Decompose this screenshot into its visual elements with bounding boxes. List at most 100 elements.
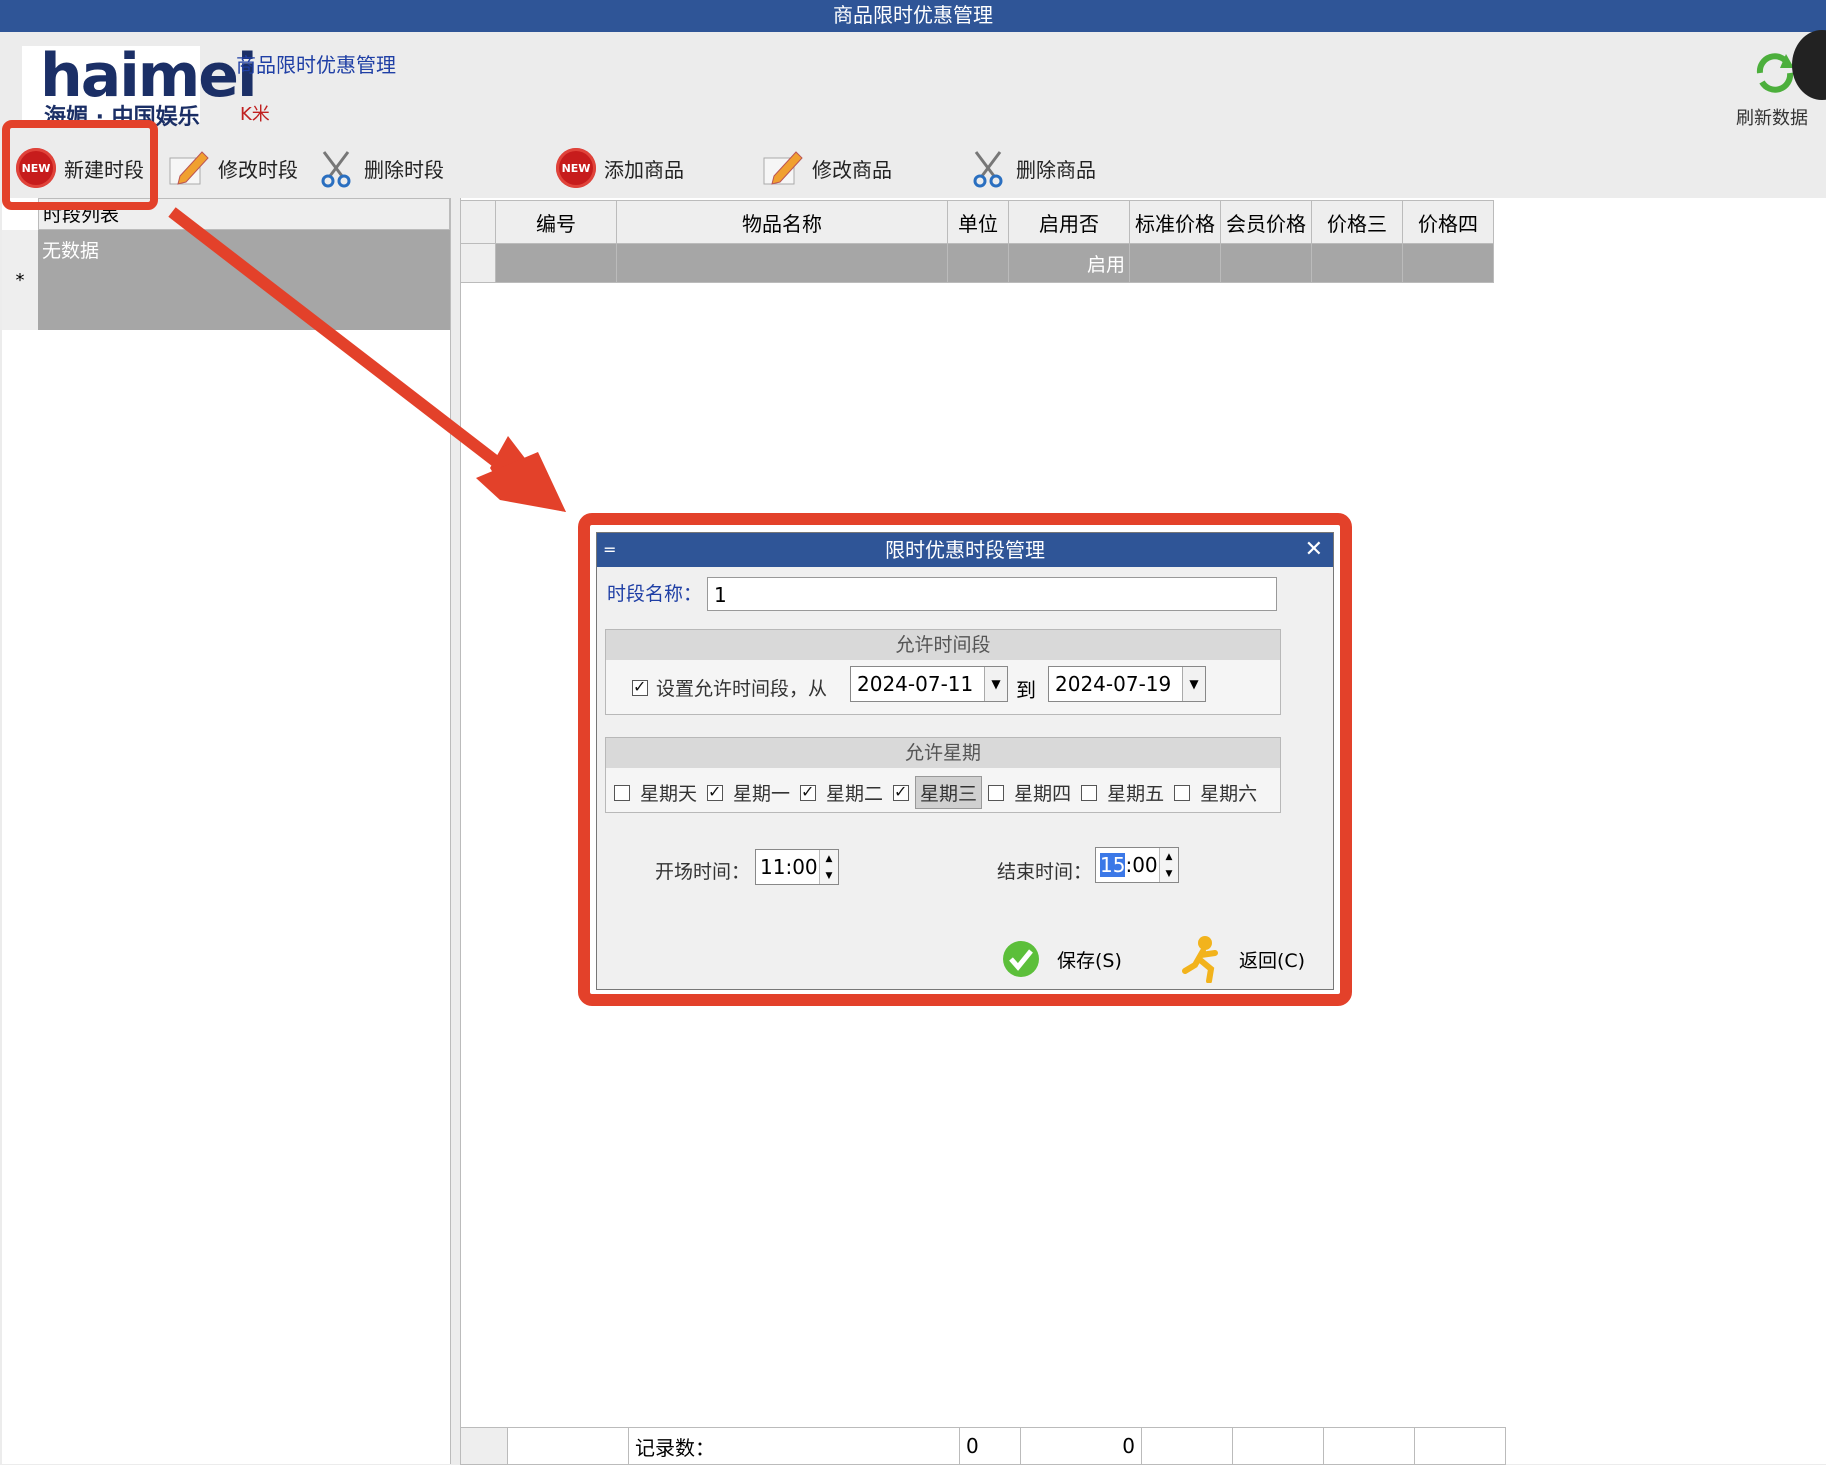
edit-product-button[interactable]: 修改商品 — [760, 146, 892, 190]
weekday-label: 星期一 — [733, 783, 791, 805]
dropdown-arrow-icon[interactable]: ▼ — [984, 667, 1007, 701]
allowed-weekdays-header: 允许星期 — [606, 738, 1280, 768]
product-grid: 编号 物品名称 单位 启用否 标准价格 会员价格 价格三 价格四 启用 — [460, 200, 1494, 283]
grid-cell[interactable] — [1402, 243, 1494, 283]
weekday-checkbox[interactable]: 星期五 — [1081, 776, 1168, 809]
grid-cell[interactable] — [1311, 243, 1403, 283]
spinner-arrows-icon[interactable]: ▲ ▼ — [1159, 848, 1178, 882]
grid-cell[interactable] — [1129, 243, 1221, 283]
row-selector[interactable] — [460, 243, 496, 283]
footer-corner — [460, 1427, 508, 1465]
date-from-picker[interactable]: 2024-07-11 ▼ — [850, 666, 1008, 702]
date-to-picker[interactable]: 2024-07-19 ▼ — [1048, 666, 1206, 702]
end-time-label: 结束时间： — [997, 861, 1093, 883]
weekday-checkbox[interactable]: 星期一 — [707, 776, 794, 809]
column-header[interactable]: 会员价格 — [1220, 200, 1312, 244]
footer-cell — [1414, 1427, 1506, 1465]
allowed-weekdays-group: 允许星期 星期天 星期一 星期二 星期三 星期四 星期五 星期六 — [605, 737, 1281, 813]
dialog-system-menu-icon[interactable]: = — [603, 533, 616, 567]
edit-period-label: 修改时段 — [218, 157, 298, 182]
delete-period-button[interactable]: 删除时段 — [316, 146, 444, 190]
back-button[interactable]: 返回(C) — [1179, 935, 1305, 983]
start-time-value: 11:00 — [760, 855, 818, 879]
close-icon[interactable]: ✕ — [1305, 533, 1323, 567]
column-header[interactable]: 启用否 — [1008, 200, 1130, 244]
add-product-button[interactable]: NEW 添加商品 — [556, 146, 684, 190]
grid-cell[interactable] — [947, 243, 1009, 283]
date-to-value: 2024-07-19 — [1055, 672, 1172, 696]
checkbox-icon — [893, 782, 910, 801]
period-dialog: 限时优惠时段管理 = ✕ 时段名称： 1 允许时间段 设置允许时间段，从 202… — [596, 532, 1334, 990]
column-header[interactable]: 标准价格 — [1129, 200, 1221, 244]
end-time-hour-selected: 15 — [1100, 853, 1126, 877]
column-header[interactable]: 物品名称 — [616, 200, 948, 244]
set-period-checkbox[interactable]: 设置允许时间段，从 — [632, 674, 827, 701]
edit-period-button[interactable]: 修改时段 — [166, 146, 298, 190]
weekday-checkbox[interactable]: 星期天 — [614, 776, 701, 809]
to-label: 到 — [1016, 678, 1036, 702]
record-count-value: 0 — [959, 1427, 1021, 1465]
check-icon — [1003, 941, 1039, 977]
grid-cell[interactable] — [616, 243, 948, 283]
dropdown-arrow-icon[interactable]: ▼ — [1182, 667, 1205, 701]
weekday-label: 星期五 — [1107, 783, 1165, 805]
new-icon: NEW — [556, 148, 596, 188]
module-title: 商品限时优惠管理 — [236, 53, 396, 77]
grid-cell[interactable] — [1220, 243, 1312, 283]
period-name-label: 时段名称： — [607, 583, 703, 605]
column-header[interactable]: 价格四 — [1402, 200, 1494, 244]
grid-cell[interactable] — [495, 243, 617, 283]
checkbox-icon — [988, 784, 1005, 801]
weekday-checkbox[interactable]: 星期六 — [1174, 776, 1261, 809]
grid-cell[interactable]: 启用 — [1008, 243, 1130, 283]
footer-cell — [507, 1427, 629, 1465]
allowed-period-group: 允许时间段 设置允许时间段，从 2024-07-11 ▼ 到 2024-07-1… — [605, 629, 1281, 715]
end-time-minutes: :00 — [1125, 853, 1158, 877]
highlight-new-period — [2, 120, 158, 210]
delete-product-button[interactable]: 删除商品 — [968, 146, 1096, 190]
summary-row: 记录数： 0 0 — [460, 1427, 1506, 1465]
end-time-spinner[interactable]: 15:00 ▲ ▼ — [1095, 847, 1179, 883]
period-list-panel — [2, 198, 451, 1464]
set-period-label: 设置允许时间段，从 — [656, 678, 828, 700]
add-product-label: 添加商品 — [604, 157, 684, 182]
grid-corner-cell — [460, 200, 496, 244]
column-header[interactable]: 价格三 — [1311, 200, 1403, 244]
end-time-value: 15:00 — [1096, 853, 1159, 877]
checkbox-icon — [1081, 784, 1098, 801]
checkbox-icon — [1174, 784, 1191, 801]
period-name-input[interactable]: 1 — [707, 577, 1277, 611]
footer-cell — [1323, 1427, 1415, 1465]
grid-header-row: 编号 物品名称 单位 启用否 标准价格 会员价格 价格三 价格四 — [460, 200, 1494, 244]
column-header[interactable]: 编号 — [495, 200, 617, 244]
checkbox-icon — [800, 782, 817, 801]
weekday-checkbox[interactable]: 星期二 — [800, 776, 887, 809]
weekday-label: 星期六 — [1200, 783, 1258, 805]
weekday-checkbox[interactable]: 星期四 — [988, 776, 1075, 809]
table-row[interactable]: 启用 — [460, 243, 1494, 283]
weekday-checkbox[interactable]: 星期三 — [893, 776, 983, 809]
period-list-empty-row[interactable]: 无数据 — [38, 230, 450, 330]
record-count-label: 记录数： — [628, 1427, 960, 1465]
checkbox-icon — [632, 677, 648, 696]
user-name: K米 — [240, 104, 270, 125]
running-man-icon — [1182, 936, 1218, 983]
new-row-marker: * — [15, 270, 25, 291]
record-count-value: 0 — [1020, 1427, 1142, 1465]
back-label: 返回(C) — [1239, 949, 1306, 972]
checkbox-icon — [707, 782, 724, 801]
spinner-arrows-icon[interactable]: ▲ ▼ — [819, 850, 838, 884]
summary-footer: 记录数： 0 0 — [460, 1427, 1506, 1465]
save-button[interactable]: 保存(S) — [1001, 939, 1122, 979]
start-time-label: 开场时间： — [655, 861, 751, 883]
date-from-value: 2024-07-11 — [857, 672, 974, 696]
row-selector-gutter: * — [2, 230, 39, 330]
weekday-checkbox-row: 星期天 星期一 星期二 星期三 星期四 星期五 星期六 — [614, 776, 1267, 809]
weekday-label: 星期三 — [915, 776, 983, 809]
weekday-label: 星期四 — [1014, 783, 1072, 805]
allowed-period-header: 允许时间段 — [606, 630, 1280, 660]
column-header[interactable]: 单位 — [947, 200, 1009, 244]
window-title-bar: 商品限时优惠管理 — [0, 0, 1826, 32]
start-time-spinner[interactable]: 11:00 ▲ ▼ — [755, 849, 839, 885]
delete-period-label: 删除时段 — [364, 157, 444, 182]
